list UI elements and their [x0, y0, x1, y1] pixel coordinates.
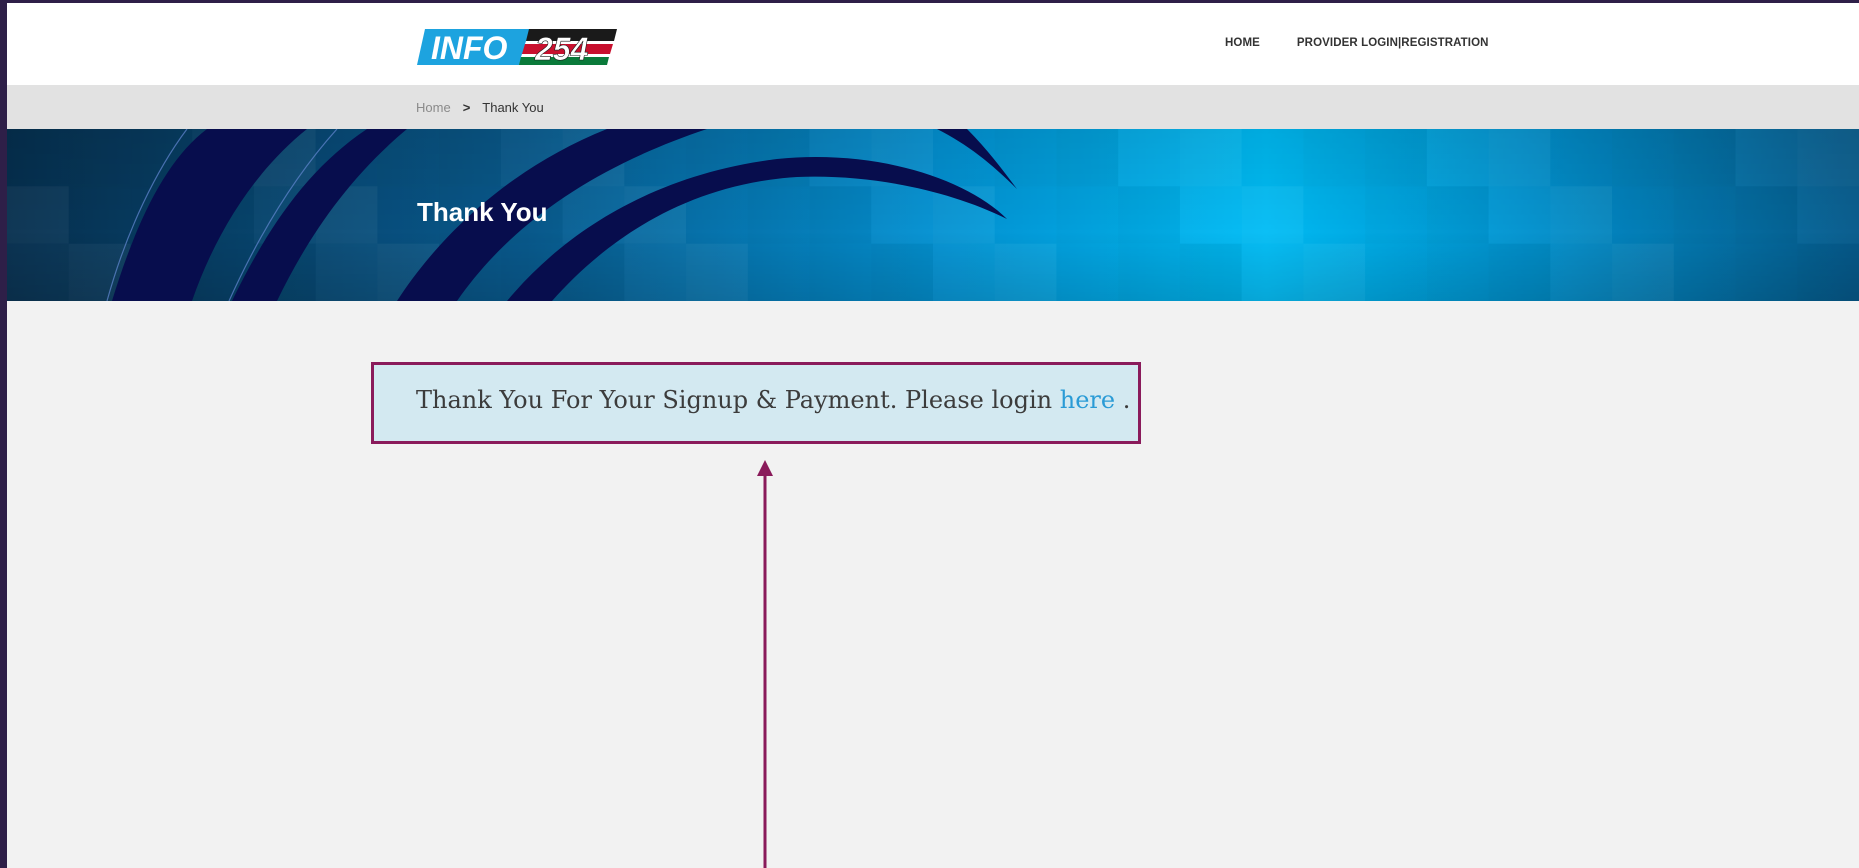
message-period: .	[1115, 386, 1131, 414]
message-text: Thank You For Your Signup & Payment. Ple…	[416, 386, 1060, 414]
thank-you-message-box: Thank You For Your Signup & Payment. Ple…	[371, 362, 1141, 444]
page-title: Thank You	[417, 197, 548, 227]
breadcrumb-separator: >	[462, 100, 471, 115]
logo-number-text: 254	[534, 31, 589, 67]
thank-you-message: Thank You For Your Signup & Payment. Ple…	[416, 386, 1130, 414]
breadcrumb: Home > Thank You	[416, 100, 544, 115]
nav-provider-login-link[interactable]: PROVIDER LOGIN|REGISTRATION	[1297, 37, 1489, 49]
main-nav: HOME PROVIDER LOGIN|REGISTRATION	[1225, 37, 1489, 49]
breadcrumb-bar: Home > Thank You	[7, 85, 1859, 129]
banner-background	[7, 129, 1859, 301]
page: INFO 254 HOME PROVIDER LOGIN|REGISTRATIO…	[7, 3, 1859, 868]
breadcrumb-current: Thank You	[482, 100, 544, 115]
page-banner: Thank You	[7, 129, 1859, 301]
info254-logo[interactable]: INFO 254	[417, 27, 617, 67]
breadcrumb-home-link[interactable]: Home	[416, 100, 451, 115]
annotation-arrow-icon	[757, 460, 773, 868]
nav-home-link[interactable]: HOME	[1225, 37, 1260, 49]
site-header: INFO 254 HOME PROVIDER LOGIN|REGISTRATIO…	[7, 3, 1859, 85]
logo-info-text: INFO	[431, 30, 508, 66]
login-here-link[interactable]: here	[1060, 386, 1115, 414]
